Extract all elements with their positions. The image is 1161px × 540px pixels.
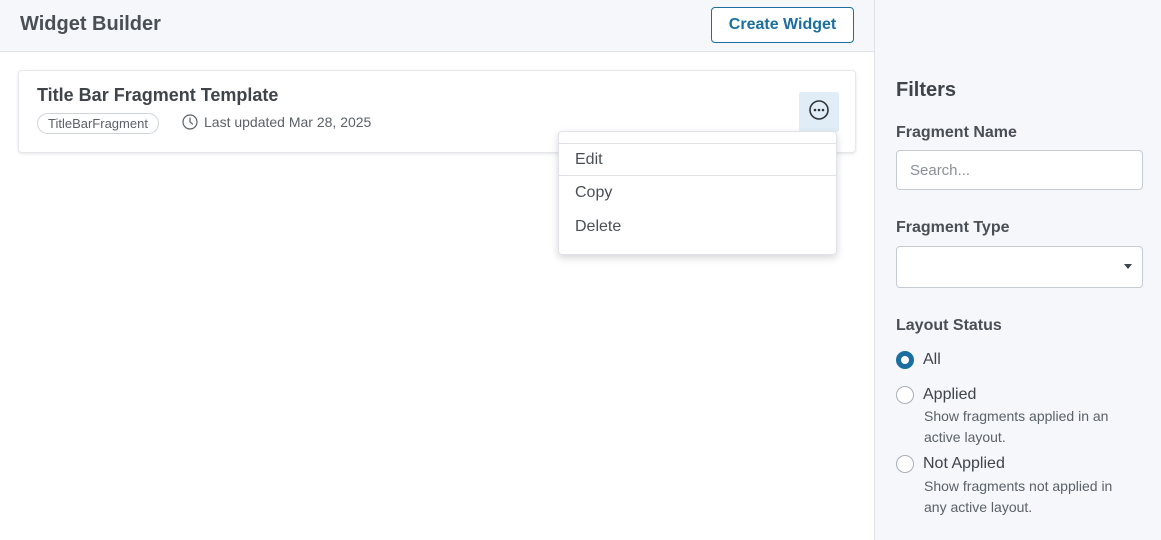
radio-not-applied-help: Show fragments not applied in any active… xyxy=(924,478,1113,515)
caret-down-icon xyxy=(1124,264,1132,269)
fragment-name-search-input[interactable] xyxy=(896,150,1143,190)
more-actions-button[interactable] xyxy=(799,92,839,132)
layout-status-label: Layout Status xyxy=(896,317,1002,334)
clock-icon xyxy=(182,114,198,130)
fragment-type-select[interactable] xyxy=(896,246,1143,288)
filters-sidebar: Filters Fragment Name Fragment Type Layo… xyxy=(874,0,1161,540)
menu-item-copy[interactable]: Copy xyxy=(559,176,836,209)
fragment-type-tag: TitleBarFragment xyxy=(37,113,159,134)
filters-title: Filters xyxy=(896,79,957,101)
card-title: Title Bar Fragment Template xyxy=(37,85,279,105)
radio-not-applied-label: Not Applied xyxy=(923,455,1005,472)
status-option-all[interactable]: All xyxy=(896,351,941,369)
actions-menu: Edit Copy Delete xyxy=(558,131,837,255)
page-title: Widget Builder xyxy=(20,13,161,35)
page-header: Widget Builder Create Widget xyxy=(0,0,875,52)
menu-item-edit[interactable]: Edit xyxy=(559,143,836,176)
radio-applied[interactable] xyxy=(896,386,914,404)
last-updated-text: Last updated Mar 28, 2025 xyxy=(204,114,372,130)
last-updated: Last updated Mar 28, 2025 xyxy=(182,114,371,130)
status-option-applied[interactable]: Applied xyxy=(896,386,976,404)
status-option-not-applied[interactable]: Not Applied xyxy=(896,455,1005,473)
fragment-type-label: Fragment Type xyxy=(896,219,1010,236)
radio-not-applied[interactable] xyxy=(896,455,914,473)
fragment-name-label: Fragment Name xyxy=(896,124,1017,141)
radio-all[interactable] xyxy=(896,351,914,369)
radio-all-label: All xyxy=(923,351,941,368)
widget-builder-app: Widget Builder Create Widget Title Bar F… xyxy=(0,0,1161,540)
radio-applied-help: Show fragments applied in an active layo… xyxy=(924,408,1109,445)
create-widget-button[interactable]: Create Widget xyxy=(711,7,854,43)
ellipsis-circle-icon xyxy=(808,99,830,126)
menu-item-delete[interactable]: Delete xyxy=(559,210,836,243)
radio-applied-label: Applied xyxy=(923,386,977,403)
